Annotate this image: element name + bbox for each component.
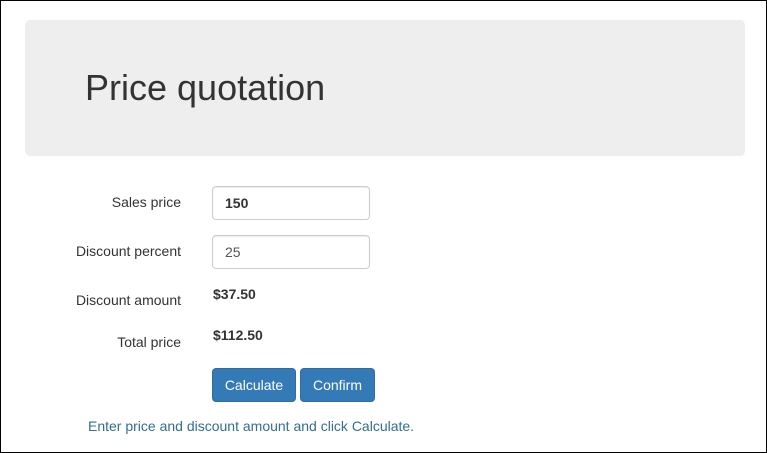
discount-amount-label: Discount amount [75, 292, 181, 308]
total-price-label: Total price [117, 334, 181, 350]
discount-amount-value: $37.50 [213, 286, 256, 302]
total-price-value: $112.50 [213, 327, 263, 343]
header-jumbotron: Price quotation [25, 20, 745, 156]
page-frame: Price quotation Sales price Discount per… [0, 0, 767, 453]
confirm-button[interactable]: Confirm [300, 368, 375, 402]
status-message: Enter price and discount amount and clic… [88, 418, 415, 434]
sales-price-label: Sales price [111, 194, 181, 210]
page-title: Price quotation [85, 67, 326, 108]
discount-percent-label: Discount percent [75, 243, 181, 259]
discount-percent-input[interactable] [212, 235, 370, 269]
sales-price-input[interactable] [212, 186, 370, 220]
calculate-button[interactable]: Calculate [212, 368, 296, 402]
